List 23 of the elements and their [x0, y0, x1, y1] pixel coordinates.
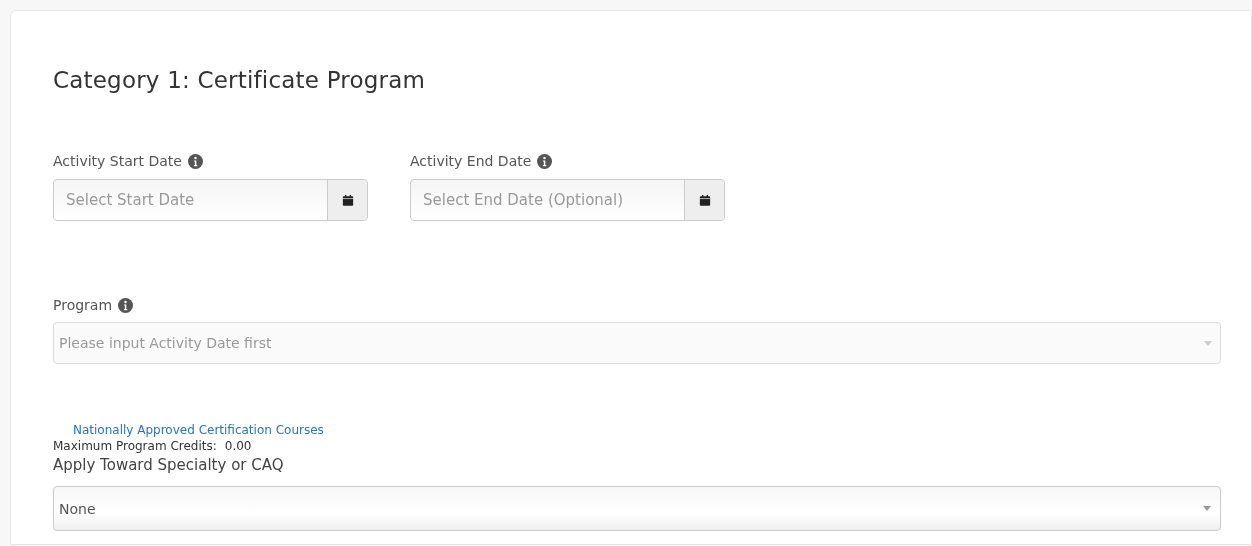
- dropdown: Please input Activity Date first: [53, 322, 1221, 364]
- dropdown[interactable]: None: [53, 486, 1221, 531]
- info-icon[interactable]: [118, 297, 134, 313]
- date-input[interactable]: Select Start Date: [54, 180, 327, 220]
- calendar-icon: [341, 193, 354, 207]
- date-input[interactable]: Select End Date (Optional): [411, 180, 684, 220]
- credits-label: Maximum Program Credits:: [53, 439, 217, 453]
- field-label: Program: [53, 297, 113, 313]
- date-field[interactable]: Select End Date (Optional): [410, 179, 725, 221]
- field-label: Activity Start Date: [53, 153, 182, 169]
- section-heading: Category 1: Certificate Program: [53, 67, 427, 93]
- calendar-button[interactable]: [327, 180, 367, 220]
- field-label: Activity End Date: [410, 153, 532, 169]
- courses-link[interactable]: Nationally Approved Certification Courses: [73, 422, 324, 438]
- credits-value: 0.00: [224, 439, 252, 453]
- field-label: Apply Toward Specialty or CAQ: [53, 456, 285, 474]
- caret-icon: [1204, 340, 1212, 346]
- calendar-icon: [698, 193, 711, 207]
- caret-icon: [1203, 506, 1211, 511]
- calendar-button[interactable]: [684, 180, 724, 220]
- info-icon[interactable]: [537, 153, 553, 169]
- info-icon[interactable]: [187, 153, 203, 169]
- date-field[interactable]: Select Start Date: [53, 179, 368, 221]
